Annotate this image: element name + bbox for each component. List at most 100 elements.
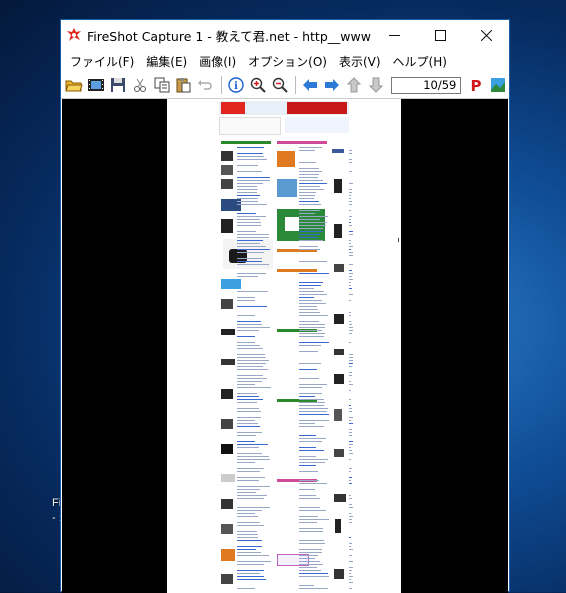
text-line bbox=[299, 282, 323, 283]
thumb bbox=[334, 264, 344, 272]
text-line bbox=[237, 192, 257, 193]
text-line bbox=[237, 555, 269, 556]
text-line bbox=[299, 420, 329, 421]
menu-image[interactable]: 画像(I) bbox=[193, 53, 242, 70]
section-heading bbox=[277, 141, 327, 144]
text-line bbox=[299, 507, 320, 508]
text-line bbox=[349, 216, 352, 217]
film-icon[interactable] bbox=[86, 74, 107, 96]
copy-icon[interactable] bbox=[151, 74, 172, 96]
text-line bbox=[299, 303, 326, 304]
text-line bbox=[349, 300, 351, 301]
text-line bbox=[349, 453, 353, 454]
text-line bbox=[237, 495, 267, 496]
text-line bbox=[349, 321, 351, 322]
text-line bbox=[299, 363, 321, 364]
text-line bbox=[237, 354, 265, 355]
text-line bbox=[299, 294, 327, 295]
text-line bbox=[299, 369, 317, 370]
text-line bbox=[299, 510, 326, 511]
page-number-field[interactable]: 10/59 bbox=[391, 76, 462, 94]
cut-icon[interactable] bbox=[129, 74, 150, 96]
open-folder-icon[interactable] bbox=[64, 74, 85, 96]
text-line bbox=[349, 252, 353, 253]
text-line bbox=[349, 255, 353, 256]
info-icon[interactable]: i bbox=[226, 74, 247, 96]
thumb bbox=[221, 524, 233, 534]
thumb bbox=[221, 299, 233, 309]
menu-help[interactable]: ヘルプ(H) bbox=[387, 53, 453, 70]
text-line bbox=[299, 186, 320, 187]
arrow-up-icon[interactable] bbox=[343, 74, 364, 96]
svg-text:P: P bbox=[470, 77, 481, 93]
text-line bbox=[349, 537, 351, 538]
text-line bbox=[237, 363, 266, 364]
text-line bbox=[237, 198, 258, 199]
close-button[interactable] bbox=[463, 20, 509, 50]
text-line bbox=[299, 228, 323, 229]
text-line bbox=[237, 348, 263, 349]
text-line bbox=[349, 189, 352, 190]
section-heading bbox=[277, 269, 317, 272]
menu-view[interactable]: 表示(V) bbox=[333, 53, 387, 70]
text-line bbox=[349, 390, 351, 391]
text-line bbox=[237, 516, 258, 517]
zoom-in-icon[interactable] bbox=[247, 74, 268, 96]
text-line bbox=[349, 375, 352, 376]
text-line bbox=[299, 384, 327, 385]
text-line bbox=[299, 552, 322, 553]
svg-text:i: i bbox=[234, 81, 238, 92]
save-icon[interactable] bbox=[108, 74, 129, 96]
text-line bbox=[237, 510, 262, 511]
text-line bbox=[299, 483, 327, 484]
text-line bbox=[299, 393, 322, 394]
text-line bbox=[237, 330, 259, 331]
text-line bbox=[299, 495, 316, 496]
text-line bbox=[299, 561, 320, 562]
text-line bbox=[237, 315, 255, 316]
thumb bbox=[334, 179, 342, 193]
menu-edit[interactable]: 編集(E) bbox=[140, 53, 193, 70]
text-line bbox=[237, 225, 261, 226]
text-line bbox=[299, 171, 322, 172]
undo-icon[interactable] bbox=[195, 74, 216, 96]
fireshot-app-icon bbox=[61, 20, 87, 50]
paste-icon[interactable] bbox=[173, 74, 194, 96]
text-line bbox=[349, 435, 352, 436]
text-line bbox=[237, 276, 258, 277]
p-icon[interactable]: P bbox=[465, 74, 486, 96]
text-line bbox=[349, 384, 353, 385]
title-bar[interactable]: FireShot Capture 1 - 教えて君.net - http__ww… bbox=[61, 20, 509, 50]
image-icon[interactable] bbox=[487, 74, 508, 96]
thumb bbox=[334, 224, 342, 238]
thumb bbox=[277, 151, 295, 167]
capture-viewport[interactable] bbox=[62, 99, 508, 593]
text-line bbox=[299, 426, 324, 427]
menu-options[interactable]: オプション(O) bbox=[242, 53, 333, 70]
text-line bbox=[237, 234, 269, 235]
text-line bbox=[237, 147, 264, 148]
text-line bbox=[237, 549, 256, 550]
arrow-right-icon[interactable] bbox=[322, 74, 343, 96]
text-line bbox=[237, 588, 255, 589]
text-line bbox=[299, 465, 316, 466]
text-line bbox=[299, 540, 324, 541]
text-line bbox=[237, 432, 262, 433]
text-line bbox=[237, 189, 258, 190]
thumb bbox=[334, 349, 344, 355]
text-line bbox=[237, 186, 257, 187]
text-line bbox=[299, 204, 321, 205]
arrow-left-icon[interactable] bbox=[300, 74, 321, 96]
menu-file[interactable]: ファイル(F) bbox=[64, 53, 140, 70]
text-line bbox=[349, 432, 352, 433]
arrow-down-icon[interactable] bbox=[365, 74, 386, 96]
text-line bbox=[349, 420, 351, 421]
minimize-button[interactable] bbox=[371, 20, 417, 50]
maximize-button[interactable] bbox=[417, 20, 463, 50]
zoom-out-icon[interactable] bbox=[269, 74, 290, 96]
text-line bbox=[237, 204, 267, 205]
thumb bbox=[221, 574, 233, 584]
text-line bbox=[349, 483, 352, 484]
text-line bbox=[237, 342, 255, 343]
text-line bbox=[349, 231, 353, 232]
